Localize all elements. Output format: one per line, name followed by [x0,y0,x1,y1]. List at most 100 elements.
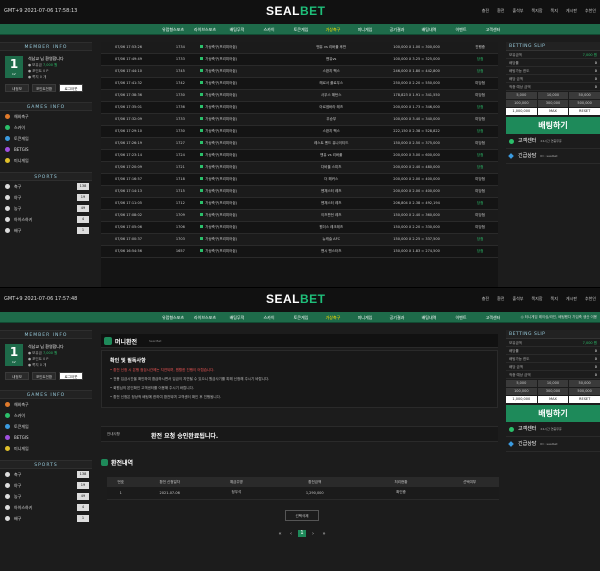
top-link[interactable]: 환전 [497,296,504,302]
amount-button[interactable]: RESET [569,396,600,403]
game-item[interactable]: BETGIS [0,432,92,443]
nav-item[interactable]: 공기결과 [381,312,413,323]
point-convert-button[interactable]: 포인트전환 [32,372,56,380]
page-number[interactable]: 1 [298,530,306,537]
top-link[interactable]: 추천인 [585,296,596,302]
next-page-button[interactable]: › [309,531,317,537]
top-link[interactable]: 쪽지함 [531,296,542,302]
sport-item[interactable]: 아이스하키 4 [0,214,92,225]
top-link[interactable]: 출석부 [512,296,523,302]
sport-item[interactable]: 야구 19 [0,480,92,491]
point-convert-button[interactable]: 포인트전환 [32,84,56,92]
amount-button[interactable]: 500,000 [569,100,600,107]
top-link[interactable]: 충전 [482,8,489,14]
game-item[interactable]: 해외축구 [0,399,92,410]
top-link[interactable]: 출석부 [512,8,523,14]
sport-item[interactable]: 배구 1 [0,513,92,524]
amount-button[interactable]: 50,000 [569,92,600,99]
urgent-consult-link[interactable]: 긴급상담 ID : sealbet [506,437,600,452]
table-row[interactable]: 07/06 17:05:06 1706 가상축구(프리미어쉽) 원더스 레크레즈 150… [101,221,498,234]
nav-item[interactable]: 유럽형스포츠 [157,312,189,323]
table-row[interactable]: 07/06 17:38:36 1730 가상축구(프리미어쉽) 사우스 해턴스 178,… [101,89,498,102]
table-row[interactable]: 07/06 17:35:01 1736 가상축구(프리미어쉽) 아르셈바라 레즈 200… [101,101,498,114]
table-row[interactable]: 07/06 17:41:32 1742 가상축구(프리미어쉽) 헤르서 플로우스 250… [101,77,498,90]
table-row[interactable]: 07/06 17:20:09 1721 가상축구(프리미어쉽) 다비올 스미츠 200,… [101,161,498,174]
amount-button[interactable]: 100,000 [506,388,537,395]
top-link[interactable]: 충전 [482,296,489,302]
bet-button[interactable]: 배팅하기 [506,405,600,422]
nav-item[interactable]: 이벤트 [445,312,477,323]
nav-item[interactable]: 고객센터 [477,312,509,323]
first-page-button[interactable]: « [276,531,284,537]
game-item[interactable]: 토큰게임 [0,133,92,144]
table-row[interactable]: 07/06 17:08:02 1709 가상축구(프리미어쉽) 이즈판던 레즈 150,… [101,209,498,222]
logout-button[interactable]: 로그아웃 [59,372,83,380]
my-info-button[interactable]: 내정보 [5,84,29,92]
amount-button[interactable]: 100,000 [506,100,537,107]
amount-button[interactable]: 300,000 [537,388,569,395]
amount-button[interactable]: 500,000 [569,388,600,395]
nav-item[interactable]: 배팅무적 [221,312,253,323]
amount-button[interactable]: MAX [537,108,569,115]
table-row[interactable]: 07/06 16:54:56 1657 가상축구(프리미어쉽) 맨시 밴스터즈 150,… [101,245,498,258]
top-link[interactable]: 게시판 [566,296,577,302]
top-link[interactable]: 쪽지함 [531,8,542,14]
amount-button[interactable]: 5,000 [506,92,537,99]
nav-item[interactable]: 라이브스포츠 [189,312,221,323]
logo[interactable]: SEALBET [266,292,326,306]
amount-button[interactable]: 50,000 [569,380,600,387]
amount-button[interactable]: RESET [569,108,600,115]
table-row[interactable]: 1 2021-07-06 정우석 1,290,000 확인중 [107,487,499,500]
nav-item[interactable]: 고객센터 [477,24,509,35]
my-info-button[interactable]: 내정보 [5,372,29,380]
prev-page-button[interactable]: ‹ [287,531,295,537]
table-row[interactable]: 07/06 17:44:10 1745 가상축구(프리미어쉽) 스완지 팩스 246,0… [101,65,498,78]
urgent-consult-link[interactable]: 긴급상담 ID : sealbet [506,149,600,164]
game-item[interactable]: 미니게임 [0,443,92,454]
top-link[interactable]: 게시판 [566,8,577,14]
table-row[interactable]: 07/06 17:32:09 1733 가상축구(프리미어쉽) 무승부 100,000 … [101,113,498,126]
nav-item[interactable]: 공기결과 [381,24,413,35]
amount-button[interactable]: 10,000 [537,380,569,387]
sport-item[interactable]: 축구 138 [0,469,92,480]
top-link[interactable]: 쪽지 [551,296,558,302]
table-row[interactable]: 07/06 17:26:19 1727 가상축구(프리미어쉽) 레스트 벤드 유나이티… [101,137,498,150]
logout-button[interactable]: 로그아웃 [59,84,83,92]
table-row[interactable]: 07/06 17:23:14 1724 가상축구(프리미어쉽) 맨유 vs 리버풀 20… [101,149,498,162]
last-page-button[interactable]: » [320,531,328,537]
logo[interactable]: SEALBET [266,4,326,18]
top-link[interactable]: 쪽지 [551,8,558,14]
sport-item[interactable]: 농구 49 [0,491,92,502]
cell[interactable] [440,487,499,500]
amount-button[interactable]: MAX [537,396,569,403]
table-row[interactable]: 07/06 17:11:05 1712 가상축구(프리미어쉽) 벤체스터 레즈 206,… [101,197,498,210]
sport-item[interactable]: 배구 1 [0,225,92,236]
nav-item[interactable]: 배팅무적 [221,24,253,35]
sport-item[interactable]: 아이스하키 4 [0,502,92,513]
customer-center-link[interactable]: 고객센터 24시간 연중무휴 [506,422,600,437]
game-item[interactable]: 스카이 [0,410,92,421]
nav-item[interactable]: 스카이 [253,24,285,35]
table-row[interactable]: 07/06 17:14:13 1715 가상축구(프리미어쉽) 벤체스터 레즈 200,… [101,185,498,198]
table-row[interactable]: 07/06 17:29:10 1730 가상축구(프리미어쉽) 스완지 팩스 222,1… [101,125,498,138]
amount-button[interactable]: 1,000,000 [506,396,537,403]
amount-button[interactable]: 5,000 [506,380,537,387]
table-row[interactable]: 07/06 17:53:26 1734 가상축구(프리미어쉽) 맨유 vs 리버풀 후… [101,42,498,54]
top-link[interactable]: 환전 [497,8,504,14]
amount-button[interactable]: 300,000 [537,100,569,107]
nav-item[interactable]: 미니게임 [349,312,381,323]
table-row[interactable]: 07/06 17:00:37 1703 가상축구(프리미어쉽) 뉴캐슬 AFC 150,… [101,233,498,246]
nav-item[interactable]: 스카이 [253,312,285,323]
delete-selected-button[interactable]: 선택삭제 [285,510,319,521]
game-item[interactable]: 스카이 [0,122,92,133]
game-item[interactable]: 토큰게임 [0,421,92,432]
amount-button[interactable]: 10,000 [537,92,569,99]
nav-item[interactable]: 미니게임 [349,24,381,35]
amount-button[interactable]: 1,000,000 [506,108,537,115]
table-row[interactable]: 07/06 17:49:49 1733 가상축구(프리미어쉽) 맨유vs 100,000… [101,53,498,66]
sport-item[interactable]: 야구 19 [0,192,92,203]
nav-item[interactable]: 가상축구 [317,312,349,323]
customer-center-link[interactable]: 고객센터 24시간 연중무휴 [506,134,600,149]
nav-item[interactable]: 배팅내역 [413,24,445,35]
nav-item[interactable]: 배팅내역 [413,312,445,323]
